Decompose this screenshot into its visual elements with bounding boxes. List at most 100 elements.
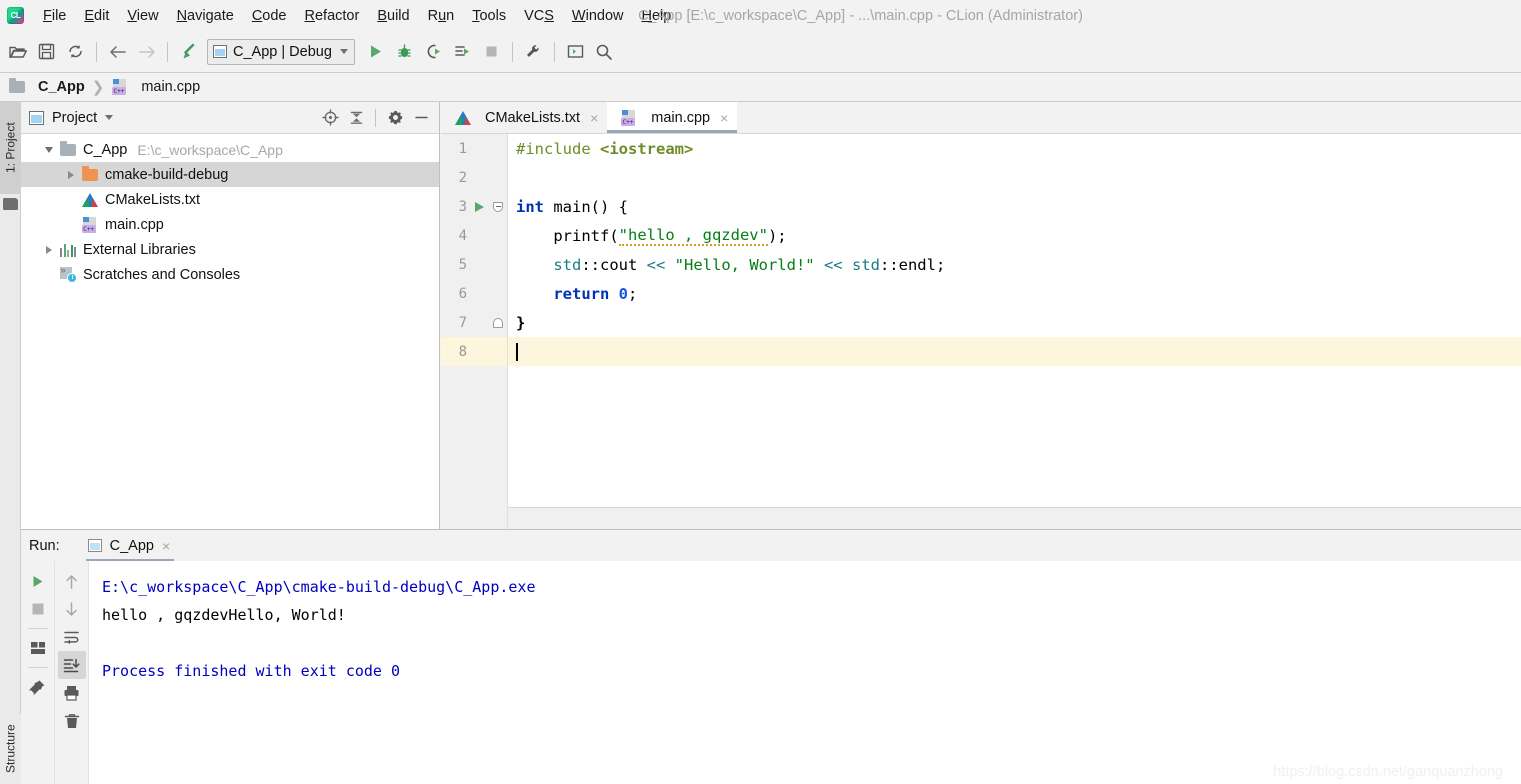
tree-node-scratches[interactable]: Scratches and Consoles: [21, 262, 439, 287]
tree-node-external-libraries[interactable]: External Libraries: [21, 237, 439, 262]
cpp-file-icon: C++: [111, 78, 129, 96]
fold-close-icon[interactable]: [492, 317, 504, 328]
code-line-4: printf("hello , gqzdev");: [508, 221, 1521, 250]
toolbar-divider-2: [167, 41, 168, 62]
toolbar-divider-3: [511, 41, 513, 62]
run-panel-label: Run:: [29, 537, 60, 554]
namespace-std: std: [516, 255, 582, 274]
tree-node-label: cmake-build-debug: [105, 166, 229, 183]
gear-icon[interactable]: [383, 106, 407, 130]
debug-icon[interactable]: [390, 37, 419, 66]
twisty-collapsed-icon[interactable]: [39, 237, 59, 262]
project-folder-icon: [3, 198, 18, 210]
open-folder-icon[interactable]: [3, 37, 32, 66]
close-icon[interactable]: ×: [590, 111, 598, 125]
scroll-to-end-icon[interactable]: [57, 651, 86, 679]
twisty-collapsed-icon[interactable]: [61, 162, 81, 187]
project-icon: [29, 110, 44, 125]
project-panel-actions: [318, 106, 433, 130]
stop-icon[interactable]: [477, 37, 506, 66]
build-hammer-icon[interactable]: [174, 37, 203, 66]
sidebar-tab-project[interactable]: 1: Project: [0, 102, 21, 194]
close-icon[interactable]: ×: [720, 111, 728, 125]
editor-gutter[interactable]: 1 2 3 4 5 6 7 8: [441, 134, 508, 529]
project-panel-title: Project: [52, 109, 98, 126]
run-toolbar-left: [21, 561, 55, 784]
run-tab-c-app[interactable]: C_App ×: [82, 530, 179, 562]
menu-item-file[interactable]: File: [34, 6, 75, 26]
project-panel-header: Project: [21, 102, 439, 134]
menu-item-code[interactable]: Code: [243, 6, 296, 26]
breadcrumb-label: main.cpp: [141, 79, 201, 95]
gutter-line: 2: [441, 163, 507, 192]
print-icon[interactable]: [58, 679, 86, 707]
code-text-area[interactable]: #include <iostream> int main() { printf(…: [508, 134, 1521, 529]
run-configuration-icon: [87, 539, 102, 552]
forward-arrow-icon[interactable]: [132, 37, 161, 66]
chevron-down-icon[interactable]: [339, 49, 348, 54]
sidebar-tab-structure[interactable]: Structure: [0, 714, 21, 784]
arrow-down-icon[interactable]: [58, 595, 86, 623]
menu-item-help[interactable]: Help: [632, 6, 680, 26]
tree-node-c-app[interactable]: C_App E:\c_workspace\C_App: [21, 137, 439, 162]
gutter-line: 7: [441, 308, 507, 337]
text-caret: [516, 342, 518, 361]
breadcrumb-item-project[interactable]: C_App: [8, 78, 85, 96]
code-line-5: std::cout << "Hello, World!" << std::end…: [508, 250, 1521, 279]
editor-horizontal-scrollbar[interactable]: [508, 507, 1521, 529]
run-configuration-selector[interactable]: C_App | Debug: [207, 38, 355, 65]
menu-item-run[interactable]: Run: [419, 6, 464, 26]
rerun-icon[interactable]: [24, 567, 52, 595]
main-signature: main() {: [544, 197, 628, 216]
line-number: 7: [458, 314, 467, 331]
collapse-all-icon[interactable]: [344, 106, 368, 130]
settings-wrench-icon[interactable]: [519, 37, 548, 66]
stop-icon[interactable]: [24, 595, 52, 623]
preprocessor-directive: #include: [516, 139, 591, 158]
editor-area: CMakeLists.txt × C++ main.cpp × 1 2 3 4 …: [441, 102, 1521, 529]
line-number: 8: [458, 343, 467, 360]
run-console-output[interactable]: E:\c_workspace\C_App\cmake-build-debug\C…: [89, 561, 1521, 784]
run-icon[interactable]: [361, 37, 390, 66]
namespace-std: std: [842, 255, 880, 274]
menu-item-build[interactable]: Build: [368, 6, 418, 26]
soft-wrap-icon[interactable]: [58, 623, 86, 651]
run-gutter-icon[interactable]: [471, 201, 487, 212]
tree-node-cmake-build-debug[interactable]: cmake-build-debug: [21, 162, 439, 187]
trash-icon[interactable]: [58, 707, 86, 735]
sync-refresh-icon[interactable]: [61, 37, 90, 66]
hide-icon[interactable]: [409, 106, 433, 130]
layout-icon[interactable]: [24, 634, 52, 662]
menu-item-edit[interactable]: Edit: [75, 6, 118, 26]
menu-item-navigate[interactable]: Navigate: [168, 6, 243, 26]
menu-item-view[interactable]: View: [118, 6, 167, 26]
chevron-down-icon[interactable]: [105, 115, 114, 120]
run-configuration-label: C_App | Debug: [233, 43, 332, 60]
twisty-expanded-icon[interactable]: [39, 137, 59, 162]
breadcrumb-item-file[interactable]: C++ main.cpp: [111, 78, 200, 96]
menu-item-tools[interactable]: Tools: [463, 6, 515, 26]
pin-icon[interactable]: [24, 673, 52, 701]
string-literal: "Hello, World!": [665, 255, 824, 274]
editor-tab-cmakelists[interactable]: CMakeLists.txt ×: [441, 102, 608, 133]
arrow-up-icon[interactable]: [58, 567, 86, 595]
fold-open-icon[interactable]: [492, 201, 504, 212]
search-icon[interactable]: [590, 37, 619, 66]
editor-tab-main-cpp[interactable]: C++ main.cpp ×: [607, 102, 738, 133]
menu-item-window[interactable]: Window: [563, 6, 633, 26]
menu-item-refactor[interactable]: Refactor: [296, 6, 369, 26]
scroll-from-source-icon[interactable]: [318, 106, 342, 130]
run-with-coverage-icon[interactable]: [419, 37, 448, 66]
save-all-icon[interactable]: [32, 37, 61, 66]
tree-node-cmakelists[interactable]: CMakeLists.txt: [21, 187, 439, 212]
back-arrow-icon[interactable]: [103, 37, 132, 66]
close-icon[interactable]: ×: [162, 538, 170, 554]
menu-item-vcs[interactable]: VCS: [515, 6, 563, 26]
terminal-icon[interactable]: [561, 37, 590, 66]
cpp-file-icon: C++: [620, 109, 638, 127]
tree-node-main-cpp[interactable]: C++ main.cpp: [21, 212, 439, 237]
toolbar-divider: [27, 628, 48, 629]
profile-icon[interactable]: [448, 37, 477, 66]
folder-orange-icon: [81, 165, 99, 184]
